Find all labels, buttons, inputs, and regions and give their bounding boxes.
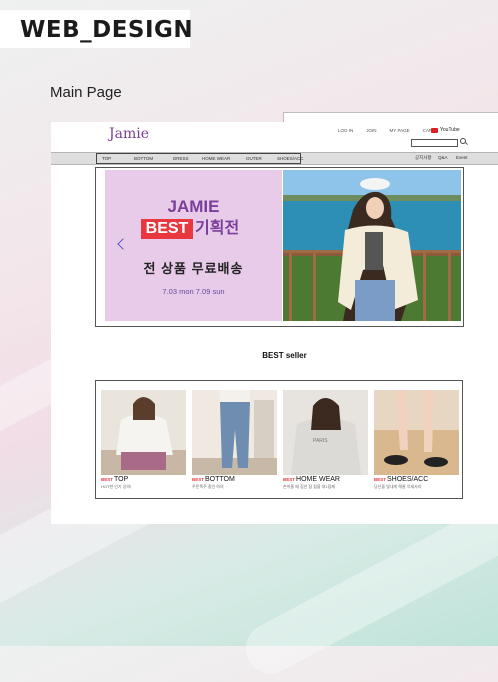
product-image [101,390,186,475]
youtube-label: YouTube [440,127,460,133]
banner-best-badge: BEST [141,219,193,239]
nav-bar: TOP BOTTOM DRESS HOME WEAR OUTER SHOES/A… [51,152,498,165]
product-name: BESTHOME WEAR [283,476,340,483]
login-link[interactable]: LOG IN [338,128,353,133]
nav-notice[interactable]: 공지사항 [415,155,432,161]
youtube-icon [431,127,438,133]
banner-text-panel: JAMIE BEST 기획전 전 상품 무료배송 7.03 mon 7.09 s… [105,170,282,321]
banner-photo [283,170,461,321]
product-desc: 당신을 빛내게 해줄 악세사리 [374,484,422,489]
best-seller-title: BEST seller [262,351,307,360]
product-desc: 손쉬울 때 집안 잠 잠을 대1잠제 [283,484,335,489]
youtube-link[interactable]: YouTube [431,127,460,133]
banner-dates: 7.03 mon 7.09 sun [162,287,225,296]
banner-plan: 기획전 [195,220,240,237]
nav-qna[interactable]: Q&A [438,155,448,160]
banner-subtitle: 전 상품 무료배송 [143,261,244,276]
product-image: PARIS [283,390,368,475]
nav-home-wear[interactable]: HOME WEAR [202,156,230,161]
product-name: BESTTOP [101,476,129,483]
mypage-link[interactable]: MY PAGE [390,128,410,133]
heading-box: WEB_DESIGN [0,10,194,48]
page-heading: WEB_DESIGN [20,17,194,43]
product-card-home-wear[interactable]: PARIS BESTHOME WEAR 손쉬울 때 집안 잠 잠을 대1잠제 [283,390,368,490]
product-image [192,390,277,475]
nav-shoes-acc[interactable]: SHOES/ACC [277,156,304,161]
product-card-bottom[interactable]: BESTBOTTOM 주문폭주 중인 하의 [192,390,277,490]
nav-dress[interactable]: DRESS [173,156,189,161]
best-tag: BEST [374,477,387,482]
nav-event[interactable]: Event [456,155,468,160]
product-name: BESTBOTTOM [192,476,235,483]
logo-text: Jamie [109,126,149,142]
best-seller-grid: BESTTOP HOT한 인기 상의! BESTBOTTOM 주문폭주 중인 하… [95,380,463,499]
main-banner[interactable]: JAMIE BEST 기획전 전 상품 무료배송 7.03 mon 7.09 s… [95,167,464,327]
product-card-shoes-acc[interactable]: BESTSHOES/ACC 당신을 빛내게 해줄 악세사리 [374,390,459,490]
banner-brand: JAMIE [167,197,220,216]
product-desc: HOT한 인기 상의! [101,484,132,489]
nav-outer[interactable]: OUTER [246,156,262,161]
product-card-top[interactable]: BESTTOP HOT한 인기 상의! [101,390,186,490]
category-nav: TOP BOTTOM DRESS HOME WEAR OUTER SHOES/A… [96,153,304,164]
product-image [374,390,459,475]
nav-top[interactable]: TOP [102,156,111,161]
section-label: Main Page [50,84,122,101]
nav-bottom[interactable]: BOTTOM [134,156,153,161]
join-link[interactable]: JOIN [366,128,376,133]
best-tag: BEST [101,477,114,482]
chevron-left-icon[interactable] [117,238,129,250]
best-tag: BEST [192,477,205,482]
top-links: LOG IN JOIN MY PAGE CART [338,128,435,133]
best-tag: BEST [283,477,296,482]
website-mockup: Jamie LOG IN JOIN MY PAGE CART YouTube T… [51,122,498,524]
search-icon[interactable] [460,138,466,144]
product-desc: 주문폭주 중인 하의 [192,484,224,489]
search-input[interactable] [411,139,458,147]
svg-text:PARIS: PARIS [313,438,328,444]
product-name: BESTSHOES/ACC [374,476,429,483]
site-logo[interactable]: Jamie [109,126,149,142]
